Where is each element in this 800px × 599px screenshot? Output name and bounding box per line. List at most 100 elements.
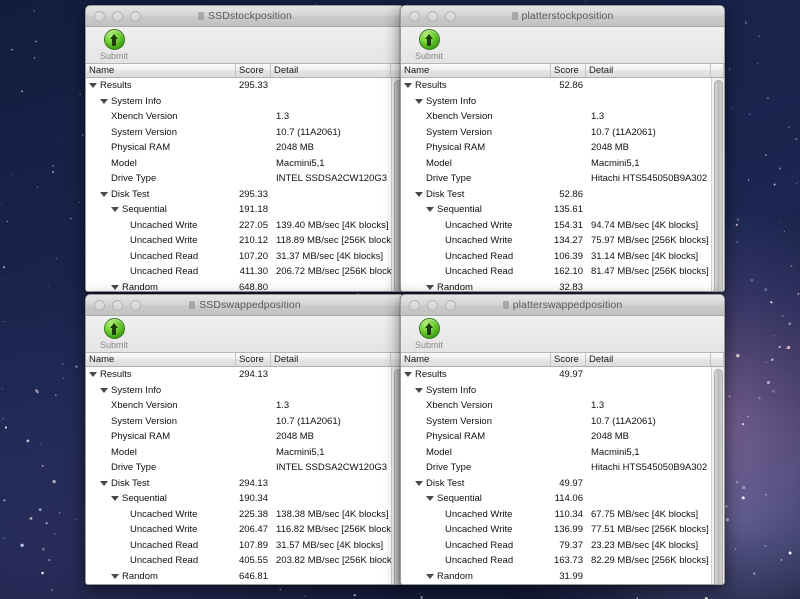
disclosure-triangle-icon[interactable] bbox=[111, 284, 119, 290]
disclosure-triangle-icon[interactable] bbox=[426, 207, 434, 213]
disclosure-triangle-icon[interactable] bbox=[415, 387, 423, 393]
row-xbench-version[interactable]: Xbench Version 1.3 bbox=[86, 109, 391, 125]
row-system-version[interactable]: System Version 10.7 (11A2061) bbox=[86, 414, 391, 430]
row-drive-type[interactable]: Drive Type Hitachi HTS545050B9A302 bbox=[401, 460, 711, 476]
row-sequential[interactable]: Sequential 114.06 bbox=[401, 491, 711, 507]
submit-button[interactable]: Submit bbox=[92, 29, 136, 61]
row-sequential-test[interactable]: Uncached Write 154.31 94.74 MB/sec [4K blo… bbox=[401, 218, 711, 234]
disclosure-triangle-icon[interactable] bbox=[426, 573, 434, 579]
disclosure-triangle-icon[interactable] bbox=[111, 496, 119, 502]
row-sequential-test[interactable]: Uncached Read 163.73 82.29 MB/sec [256K bl… bbox=[401, 553, 711, 569]
row-xbench-version[interactable]: Xbench Version 1.3 bbox=[401, 398, 711, 414]
disclosure-triangle-icon[interactable] bbox=[111, 207, 119, 213]
window-platter-stock[interactable]: platterstockposition Submit Name Score Detai… bbox=[400, 5, 725, 292]
row-physical-ram[interactable]: Physical RAM 2048 MB bbox=[401, 140, 711, 156]
column-header-detail[interactable]: Detail bbox=[271, 64, 391, 77]
window-ssd-swapped[interactable]: SSDswappedposition Submit Name Score Detail R… bbox=[85, 294, 405, 585]
row-model[interactable]: Model Macmini5,1 bbox=[86, 156, 391, 172]
close-button[interactable] bbox=[409, 299, 420, 311]
column-header-detail[interactable]: Detail bbox=[271, 353, 391, 366]
row-disk-test[interactable]: Disk Test 49.97 bbox=[401, 476, 711, 492]
row-sequential-test[interactable]: Uncached Read 107.20 31.37 MB/sec [4K bloc… bbox=[86, 249, 391, 265]
scrollbar-thumb[interactable] bbox=[714, 369, 723, 584]
row-model[interactable]: Model Macmini5,1 bbox=[86, 445, 391, 461]
row-sequential-test[interactable]: Uncached Write 110.34 67.75 MB/sec [4K blo… bbox=[401, 507, 711, 523]
row-random[interactable]: Random 31.99 bbox=[401, 569, 711, 585]
row-drive-type[interactable]: Drive Type Hitachi HTS545050B9A302 bbox=[401, 171, 711, 187]
row-random[interactable]: Random 32.83 bbox=[401, 280, 711, 291]
row-random[interactable]: Random 646.81 bbox=[86, 569, 391, 585]
column-header-score[interactable]: Score bbox=[551, 64, 586, 77]
disclosure-triangle-icon[interactable] bbox=[100, 98, 108, 104]
row-drive-type[interactable]: Drive Type INTEL SSDSA2CW120G3 bbox=[86, 171, 391, 187]
column-header-name[interactable]: Name bbox=[86, 353, 236, 366]
disclosure-triangle-icon[interactable] bbox=[404, 372, 412, 378]
row-physical-ram[interactable]: Physical RAM 2048 MB bbox=[86, 140, 391, 156]
window-ssd-stock[interactable]: SSDstockposition Submit Name Score Detail Res… bbox=[85, 5, 405, 292]
close-button[interactable] bbox=[94, 10, 105, 22]
scrollbar-thumb[interactable] bbox=[714, 80, 723, 291]
row-system-info[interactable]: System Info bbox=[401, 383, 711, 399]
row-disk-test[interactable]: Disk Test 52.86 bbox=[401, 187, 711, 203]
row-drive-type[interactable]: Drive Type INTEL SSDSA2CW120G3 bbox=[86, 460, 391, 476]
zoom-button[interactable] bbox=[130, 10, 141, 22]
titlebar[interactable]: SSDstockposition bbox=[86, 6, 404, 27]
row-results[interactable]: Results 49.97 bbox=[401, 367, 711, 383]
zoom-button[interactable] bbox=[445, 10, 456, 22]
row-results[interactable]: Results 52.86 bbox=[401, 78, 711, 94]
row-results[interactable]: Results 294.13 bbox=[86, 367, 391, 383]
row-random[interactable]: Random 648.80 bbox=[86, 280, 391, 291]
column-header-detail[interactable]: Detail bbox=[586, 64, 711, 77]
vertical-scrollbar[interactable] bbox=[711, 367, 724, 584]
row-system-version[interactable]: System Version 10.7 (11A2061) bbox=[401, 414, 711, 430]
row-sequential-test[interactable]: Uncached Read 79.37 23.23 MB/sec [4K block… bbox=[401, 538, 711, 554]
row-xbench-version[interactable]: Xbench Version 1.3 bbox=[86, 398, 391, 414]
row-sequential-test[interactable]: Uncached Write 210.12 118.89 MB/sec [256K … bbox=[86, 233, 391, 249]
titlebar[interactable]: platterstockposition bbox=[401, 6, 724, 27]
row-sequential-test[interactable]: Uncached Write 206.47 116.82 MB/sec [256K … bbox=[86, 522, 391, 538]
submit-button[interactable]: Submit bbox=[92, 318, 136, 350]
row-xbench-version[interactable]: Xbench Version 1.3 bbox=[401, 109, 711, 125]
disclosure-triangle-icon[interactable] bbox=[426, 496, 434, 502]
row-sequential-test[interactable]: Uncached Read 107.89 31.57 MB/sec [4K bloc… bbox=[86, 538, 391, 554]
minimize-button[interactable] bbox=[112, 10, 123, 22]
disclosure-triangle-icon[interactable] bbox=[89, 83, 97, 89]
row-sequential[interactable]: Sequential 191.18 bbox=[86, 202, 391, 218]
row-sequential-test[interactable]: Uncached Read 405.55 203.82 MB/sec [256K b… bbox=[86, 553, 391, 569]
disclosure-triangle-icon[interactable] bbox=[415, 480, 423, 486]
row-physical-ram[interactable]: Physical RAM 2048 MB bbox=[401, 429, 711, 445]
row-sequential-test[interactable]: Uncached Write 227.05 139.40 MB/sec [4K bl… bbox=[86, 218, 391, 234]
disclosure-triangle-icon[interactable] bbox=[426, 284, 434, 290]
column-header-name[interactable]: Name bbox=[401, 64, 551, 77]
disclosure-triangle-icon[interactable] bbox=[100, 387, 108, 393]
column-header-score[interactable]: Score bbox=[551, 353, 586, 366]
row-model[interactable]: Model Macmini5,1 bbox=[401, 156, 711, 172]
row-sequential[interactable]: Sequential 135.61 bbox=[401, 202, 711, 218]
row-sequential[interactable]: Sequential 190.34 bbox=[86, 491, 391, 507]
zoom-button[interactable] bbox=[130, 299, 141, 311]
titlebar[interactable]: SSDswappedposition bbox=[86, 295, 404, 316]
row-sequential-test[interactable]: Uncached Read 106.39 31.14 MB/sec [4K bloc… bbox=[401, 249, 711, 265]
row-system-version[interactable]: System Version 10.7 (11A2061) bbox=[401, 125, 711, 141]
column-header-detail[interactable]: Detail bbox=[586, 353, 711, 366]
row-system-version[interactable]: System Version 10.7 (11A2061) bbox=[86, 125, 391, 141]
row-system-info[interactable]: System Info bbox=[401, 94, 711, 110]
row-sequential-test[interactable]: Uncached Read 162.10 81.47 MB/sec [256K bl… bbox=[401, 264, 711, 280]
column-header-score[interactable]: Score bbox=[236, 353, 271, 366]
row-results[interactable]: Results 295.33 bbox=[86, 78, 391, 94]
row-system-info[interactable]: System Info bbox=[86, 94, 391, 110]
close-button[interactable] bbox=[94, 299, 105, 311]
row-sequential-test[interactable]: Uncached Write 225.38 138.38 MB/sec [4K bl… bbox=[86, 507, 391, 523]
submit-button[interactable]: Submit bbox=[407, 29, 451, 61]
row-sequential-test[interactable]: Uncached Write 134.27 75.97 MB/sec [256K b… bbox=[401, 233, 711, 249]
minimize-button[interactable] bbox=[427, 10, 438, 22]
submit-button[interactable]: Submit bbox=[407, 318, 451, 350]
disclosure-triangle-icon[interactable] bbox=[100, 480, 108, 486]
disclosure-triangle-icon[interactable] bbox=[111, 573, 119, 579]
minimize-button[interactable] bbox=[427, 299, 438, 311]
disclosure-triangle-icon[interactable] bbox=[415, 191, 423, 197]
row-model[interactable]: Model Macmini5,1 bbox=[401, 445, 711, 461]
close-button[interactable] bbox=[409, 10, 420, 22]
row-disk-test[interactable]: Disk Test 294.13 bbox=[86, 476, 391, 492]
row-sequential-test[interactable]: Uncached Read 411.30 206.72 MB/sec [256K b… bbox=[86, 264, 391, 280]
